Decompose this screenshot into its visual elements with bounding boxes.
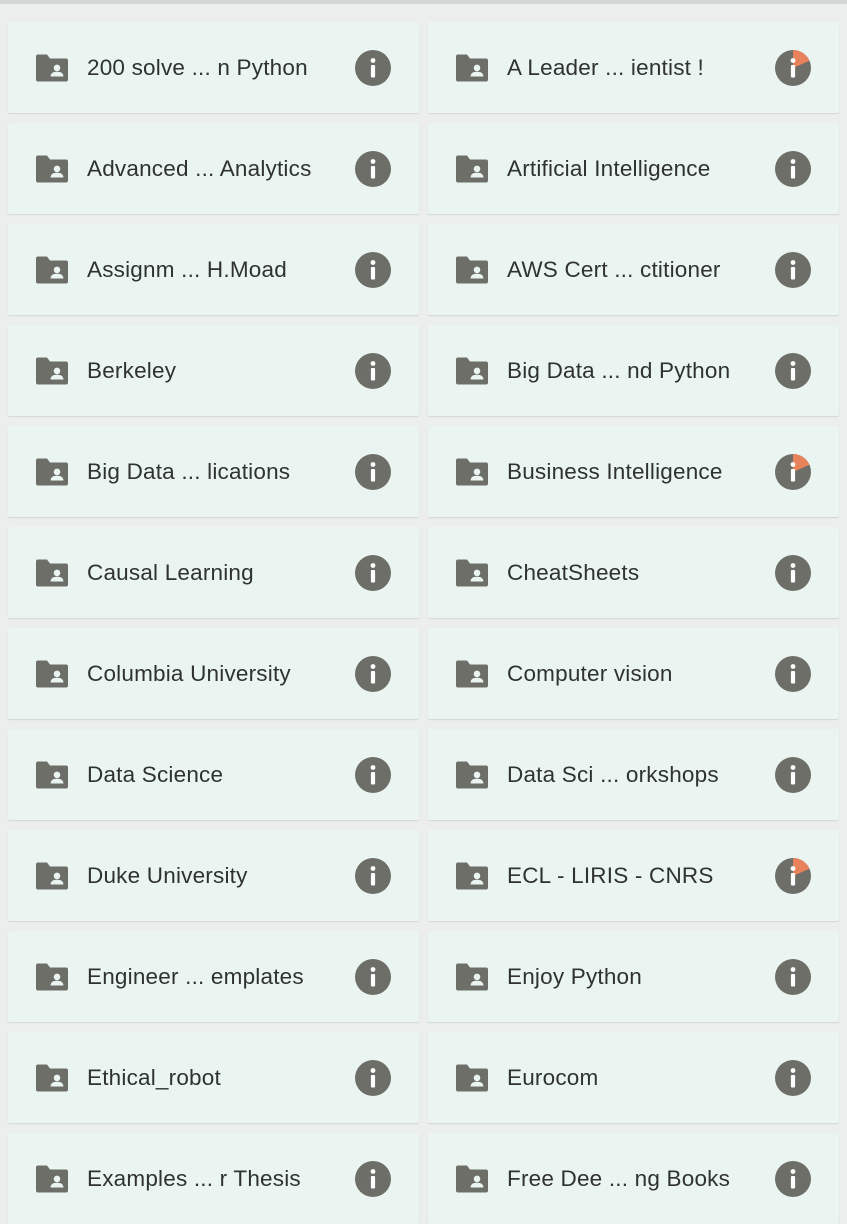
folder-tile[interactable]: Artificial Intelligence (428, 123, 839, 214)
shared-folder-icon (456, 963, 488, 990)
shared-folder-icon (36, 660, 68, 687)
folder-tile[interactable]: AWS Cert ... ctitioner (428, 224, 839, 315)
folder-tile[interactable]: Causal Learning (8, 527, 419, 618)
folder-name: ECL - LIRIS - CNRS (507, 862, 714, 888)
shared-folder-icon (36, 458, 68, 485)
folder-name: Enjoy Python (507, 963, 642, 989)
info-icon[interactable] (775, 150, 811, 187)
folder-name: Artificial Intelligence (507, 155, 711, 181)
info-icon[interactable] (775, 49, 811, 86)
folder-name: Big Data ... lications (87, 458, 291, 484)
shared-folder-icon (456, 54, 488, 81)
shared-folder-icon (36, 1165, 68, 1192)
info-icon[interactable] (775, 958, 811, 995)
folder-name: AWS Cert ... ctitioner (507, 256, 721, 282)
shared-folder-icon (36, 559, 68, 586)
info-icon[interactable] (355, 857, 391, 894)
folder-tile[interactable]: Eurocom (428, 1032, 839, 1123)
shared-folder-icon (36, 963, 68, 990)
folder-name: Engineer ... emplates (87, 963, 304, 989)
folder-tile[interactable]: Big Data ... lications (8, 426, 419, 517)
shared-folder-icon (456, 357, 488, 384)
folder-name: Columbia University (87, 660, 291, 686)
info-icon[interactable] (355, 958, 391, 995)
folder-name: Berkeley (87, 357, 177, 383)
folder-tile[interactable]: Examples ... r Thesis (8, 1133, 419, 1224)
info-icon[interactable] (775, 1160, 811, 1197)
shared-folder-icon (36, 357, 68, 384)
folder-tile[interactable]: Data Science (8, 729, 419, 820)
folder-name: Duke University (87, 862, 248, 888)
info-icon[interactable] (355, 453, 391, 490)
folder-tile[interactable]: Engineer ... emplates (8, 931, 419, 1022)
shared-folder-icon (36, 54, 68, 81)
shared-folder-icon (36, 862, 68, 889)
folder-name: Causal Learning (87, 559, 254, 585)
folder-tile[interactable]: Computer vision (428, 628, 839, 719)
folder-tile[interactable]: Data Sci ... orkshops (428, 729, 839, 820)
folder-tile[interactable]: Advanced ... Analytics (8, 123, 419, 214)
info-icon[interactable] (775, 756, 811, 793)
shared-folder-icon (36, 256, 68, 283)
folder-tile[interactable]: Berkeley (8, 325, 419, 416)
folder-name: Advanced ... Analytics (87, 155, 312, 181)
folder-name: Assignm ... H.Moad (87, 256, 287, 282)
info-icon[interactable] (355, 352, 391, 389)
info-icon[interactable] (355, 251, 391, 288)
shared-folder-icon (456, 559, 488, 586)
info-icon[interactable] (355, 1160, 391, 1197)
shared-folder-icon (36, 155, 68, 182)
info-icon[interactable] (355, 49, 391, 86)
info-icon[interactable] (775, 352, 811, 389)
folder-tile[interactable]: Free Dee ... ng Books (428, 1133, 839, 1224)
shared-folder-icon (456, 862, 488, 889)
info-icon[interactable] (355, 554, 391, 591)
info-icon[interactable] (775, 554, 811, 591)
folder-grid: 200 solve ... n Python A Leader ... ient… (8, 22, 840, 1224)
folder-name: A Leader ... ientist ! (507, 54, 705, 80)
folder-tile[interactable]: Columbia University (8, 628, 419, 719)
folder-name: Eurocom (507, 1064, 599, 1090)
folder-name: 200 solve ... n Python (87, 54, 308, 80)
folder-tile[interactable]: Big Data ... nd Python (428, 325, 839, 416)
folder-tile[interactable]: Duke University (8, 830, 419, 921)
folder-tile[interactable]: Ethical_robot (8, 1032, 419, 1123)
shared-folder-icon (456, 761, 488, 788)
folder-tile[interactable]: Assignm ... H.Moad (8, 224, 419, 315)
info-icon[interactable] (355, 150, 391, 187)
folder-name: Ethical_robot (87, 1064, 221, 1090)
folder-tile[interactable]: A Leader ... ientist ! (428, 22, 839, 113)
folder-tile[interactable]: CheatSheets (428, 527, 839, 618)
folder-name: Examples ... r Thesis (87, 1165, 301, 1191)
shared-folder-icon (456, 458, 488, 485)
folder-name: CheatSheets (507, 559, 640, 585)
folder-name: Free Dee ... ng Books (507, 1165, 731, 1191)
folder-tile[interactable]: Business Intelligence (428, 426, 839, 517)
folder-name: Computer vision (507, 660, 673, 686)
info-icon[interactable] (775, 453, 811, 490)
info-icon[interactable] (775, 857, 811, 894)
info-icon[interactable] (775, 655, 811, 692)
top-divider (0, 0, 847, 4)
folder-tile[interactable]: 200 solve ... n Python (8, 22, 419, 113)
info-icon[interactable] (775, 1059, 811, 1096)
info-icon[interactable] (355, 655, 391, 692)
shared-folder-icon (456, 1064, 488, 1091)
folder-name: Business Intelligence (507, 458, 723, 484)
folder-tile[interactable]: ECL - LIRIS - CNRS (428, 830, 839, 921)
info-icon[interactable] (775, 251, 811, 288)
info-icon[interactable] (355, 1059, 391, 1096)
shared-folder-icon (36, 761, 68, 788)
shared-folder-icon (36, 1064, 68, 1091)
info-icon[interactable] (355, 756, 391, 793)
shared-folder-icon (456, 1165, 488, 1192)
folder-tile[interactable]: Enjoy Python (428, 931, 839, 1022)
folder-name: Data Sci ... orkshops (507, 761, 719, 787)
folder-name: Big Data ... nd Python (507, 357, 731, 383)
shared-folder-icon (456, 660, 488, 687)
shared-folder-icon (456, 256, 488, 283)
folder-name: Data Science (87, 761, 224, 787)
shared-folder-icon (456, 155, 488, 182)
